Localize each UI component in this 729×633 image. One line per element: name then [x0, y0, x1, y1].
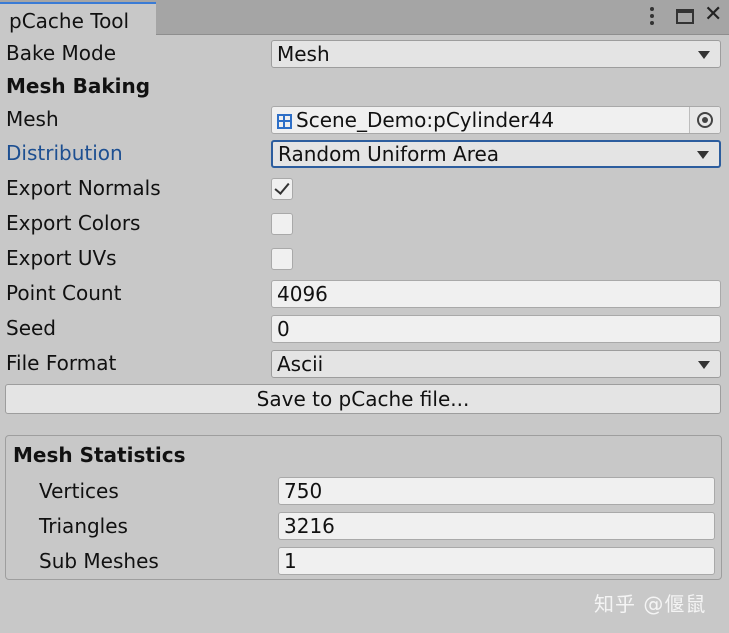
export-normals-row: Export Normals — [0, 173, 729, 205]
target-icon — [697, 112, 713, 128]
section-title: Mesh Baking — [6, 74, 151, 98]
seed-label: Seed — [6, 316, 56, 340]
seed-input[interactable]: 0 — [271, 315, 721, 343]
point-count-label: Point Count — [6, 281, 122, 305]
save-pcache-button[interactable]: Save to pCache file... — [5, 384, 721, 414]
sub-meshes-field[interactable]: 1 — [278, 547, 715, 575]
bake-mode-value: Mesh — [277, 42, 330, 66]
file-format-row: File Format Ascii — [0, 348, 729, 380]
point-count-input[interactable]: 4096 — [271, 280, 721, 308]
export-colors-checkbox[interactable] — [271, 213, 293, 235]
file-format-label: File Format — [6, 351, 117, 375]
maximize-icon[interactable] — [676, 9, 694, 24]
export-uvs-label: Export UVs — [6, 246, 117, 270]
chevron-down-icon — [698, 51, 710, 59]
triangles-row: Triangles 3216 — [6, 512, 721, 544]
bake-mode-row: Bake Mode Mesh — [0, 38, 729, 70]
point-count-row: Point Count 4096 — [0, 278, 729, 310]
mesh-statistics-panel: Mesh Statistics Vertices 750 Triangles 3… — [5, 435, 722, 580]
file-format-value: Ascii — [277, 352, 324, 376]
vertices-label: Vertices — [39, 479, 119, 503]
vertices-field[interactable]: 750 — [278, 477, 715, 505]
mesh-label: Mesh — [6, 107, 59, 131]
window-titlebar: pCache Tool ✕ — [0, 0, 729, 35]
sub-meshes-label: Sub Meshes — [39, 549, 159, 573]
vertices-row: Vertices 750 — [6, 477, 721, 509]
object-picker-button[interactable] — [689, 107, 720, 133]
mesh-row: Mesh Scene_Demo:pCylinder44 — [0, 104, 729, 136]
triangles-field[interactable]: 3216 — [278, 512, 715, 540]
chevron-down-icon — [698, 361, 710, 369]
seed-row: Seed 0 — [0, 313, 729, 345]
tab-pcache-tool[interactable]: pCache Tool — [0, 2, 156, 35]
triangles-label: Triangles — [39, 514, 128, 538]
export-uvs-checkbox[interactable] — [271, 248, 293, 270]
chevron-down-icon — [697, 151, 709, 159]
bake-mode-dropdown[interactable]: Mesh — [271, 40, 721, 68]
export-uvs-row: Export UVs — [0, 243, 729, 275]
distribution-value: Random Uniform Area — [278, 142, 500, 166]
more-options-icon[interactable] — [644, 4, 660, 30]
export-normals-label: Export Normals — [6, 176, 161, 200]
bake-mode-label: Bake Mode — [6, 41, 116, 65]
tab-title: pCache Tool — [9, 9, 130, 33]
close-icon[interactable]: ✕ — [704, 2, 722, 28]
checkmark-icon — [274, 179, 290, 195]
distribution-row: Distribution Random Uniform Area — [0, 138, 729, 170]
distribution-dropdown[interactable]: Random Uniform Area — [271, 140, 721, 168]
export-colors-label: Export Colors — [6, 211, 141, 235]
mesh-baking-header-row: Mesh Baking — [0, 71, 729, 103]
mesh-statistics-title: Mesh Statistics — [13, 443, 186, 467]
mesh-grid-icon — [277, 114, 292, 129]
mesh-value: Scene_Demo:pCylinder44 — [296, 108, 555, 132]
distribution-label: Distribution — [6, 141, 123, 165]
export-normals-checkbox[interactable] — [271, 178, 293, 200]
file-format-dropdown[interactable]: Ascii — [271, 350, 721, 378]
sub-meshes-row: Sub Meshes 1 — [6, 547, 721, 579]
watermark: 知乎 @偃鼠 — [594, 592, 707, 616]
export-colors-row: Export Colors — [0, 208, 729, 240]
mesh-object-field[interactable]: Scene_Demo:pCylinder44 — [271, 106, 721, 134]
